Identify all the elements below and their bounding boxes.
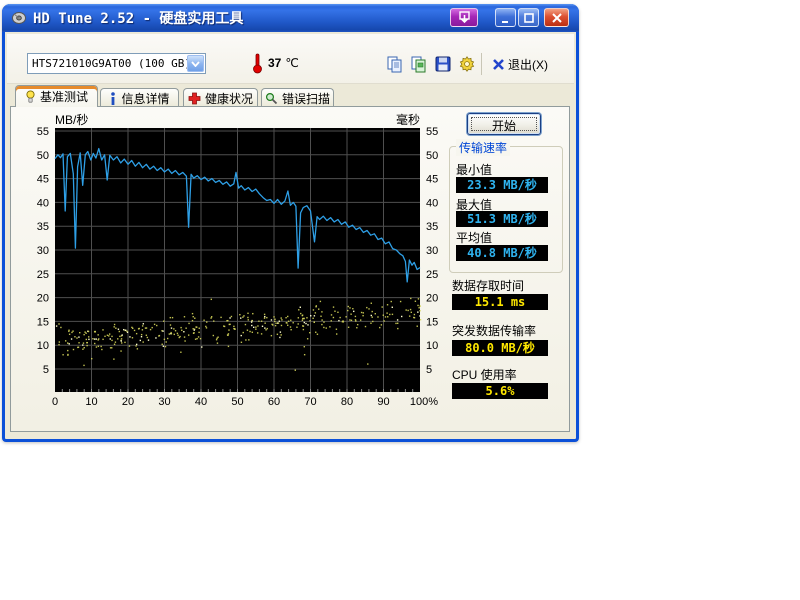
cpu-usage-value: 5.6% [452,383,548,399]
exit-label: 退出(X) [508,56,548,73]
svg-text:50: 50 [37,150,49,162]
svg-text:5: 5 [43,364,49,376]
benchmark-chart: MB/秒毫秒5510101515202025253030353540404545… [18,112,448,412]
svg-text:40: 40 [195,396,207,408]
svg-text:45: 45 [37,174,49,186]
access-time-label: 数据存取时间 [452,277,524,294]
tab-error-scan[interactable]: 错误扫描 [261,88,334,107]
health-cross-icon [188,92,201,105]
svg-text:20: 20 [426,293,438,305]
svg-text:55: 55 [426,126,438,138]
svg-text:70: 70 [304,396,316,408]
svg-text:50: 50 [231,396,243,408]
toolbar-separator [481,53,482,75]
access-time-value: 15.1 ms [452,294,548,310]
tab-error-scan-label: 错误扫描 [282,90,330,107]
minimize-icon [500,12,512,24]
close-icon [551,12,563,24]
exit-x-icon [492,58,505,71]
window-title: HD Tune 2.52 - 硬盘实用工具 [33,8,243,28]
svg-text:35: 35 [426,221,438,233]
svg-text:5: 5 [426,364,432,376]
svg-text:10: 10 [426,340,438,352]
copy-image-icon [410,55,428,73]
desktop: HD Tune 2.52 - 硬盘实用工具 HTS721010G9AT00 (1… [0,0,800,600]
options-gear-icon [458,55,476,73]
minimize-button[interactable] [495,8,516,27]
svg-text:10: 10 [85,396,97,408]
svg-text:MB/秒: MB/秒 [55,113,88,127]
start-button-label: 开始 [468,117,540,134]
tab-info[interactable]: 信息详情 [100,88,179,107]
svg-text:50: 50 [426,150,438,162]
burst-rate-value: 80.0 MB/秒 [452,340,548,356]
svg-text:55: 55 [37,126,49,138]
svg-text:90: 90 [377,396,389,408]
svg-text:45: 45 [426,174,438,186]
svg-text:80: 80 [341,396,353,408]
svg-text:毫秒: 毫秒 [396,112,420,127]
update-download-icon [458,11,471,24]
svg-text:60: 60 [268,396,280,408]
app-disk-icon [11,10,27,26]
svg-text:30: 30 [37,245,49,257]
drive-select-value: HTS721010G9AT00 (100 GB) [28,57,187,70]
titlebar[interactable]: HD Tune 2.52 - 硬盘实用工具 [2,4,579,32]
svg-text:10: 10 [37,340,49,352]
start-button[interactable]: 开始 [467,113,541,135]
tab-health-label: 健康状况 [205,90,253,107]
temperature-value: 37 [268,56,281,70]
min-label: 最小值 [456,161,492,178]
info-icon [109,92,117,105]
copy-text-button[interactable] [383,52,407,76]
svg-text:100%: 100% [410,396,438,408]
svg-text:30: 30 [426,245,438,257]
svg-text:15: 15 [37,316,49,328]
tab-benchmark[interactable]: 基准测试 [15,85,98,107]
thermometer-icon [252,52,263,74]
svg-text:20: 20 [37,293,49,305]
svg-text:20: 20 [122,396,134,408]
maximize-icon [523,12,535,24]
avg-value: 40.8 MB/秒 [456,245,548,261]
exit-button[interactable]: 退出(X) [488,52,552,76]
cpu-usage-label: CPU 使用率 [452,366,517,383]
maximize-button[interactable] [518,8,539,27]
svg-text:15: 15 [426,316,438,328]
svg-text:35: 35 [37,221,49,233]
tab-info-label: 信息详情 [121,90,169,107]
max-value: 51.3 MB/秒 [456,211,548,227]
drive-select[interactable]: HTS721010G9AT00 (100 GB) [27,53,206,74]
options-button[interactable] [455,52,479,76]
avg-label: 平均值 [456,229,492,246]
chevron-down-icon[interactable] [187,55,204,72]
copy-image-button[interactable] [407,52,431,76]
svg-text:40: 40 [37,197,49,209]
update-download-button[interactable] [450,8,478,27]
save-floppy-icon [434,55,452,73]
temperature-unit: ℃ [285,56,298,70]
scan-magnifier-icon [265,92,278,105]
copy-icon [386,55,404,73]
close-button[interactable] [544,8,569,27]
burst-rate-label: 突发数据传输率 [452,322,536,339]
temperature-indicator: 37 ℃ [252,52,299,74]
save-button[interactable] [431,52,455,76]
svg-text:30: 30 [158,396,170,408]
bulb-icon [25,90,36,104]
tab-health[interactable]: 健康状况 [183,88,258,107]
min-value: 23.3 MB/秒 [456,177,548,193]
svg-text:25: 25 [37,269,49,281]
svg-text:40: 40 [426,197,438,209]
transfer-rate-group-title: 传输速率 [456,139,510,156]
tab-benchmark-label: 基准测试 [40,88,88,105]
svg-text:25: 25 [426,269,438,281]
svg-text:0: 0 [52,396,58,408]
